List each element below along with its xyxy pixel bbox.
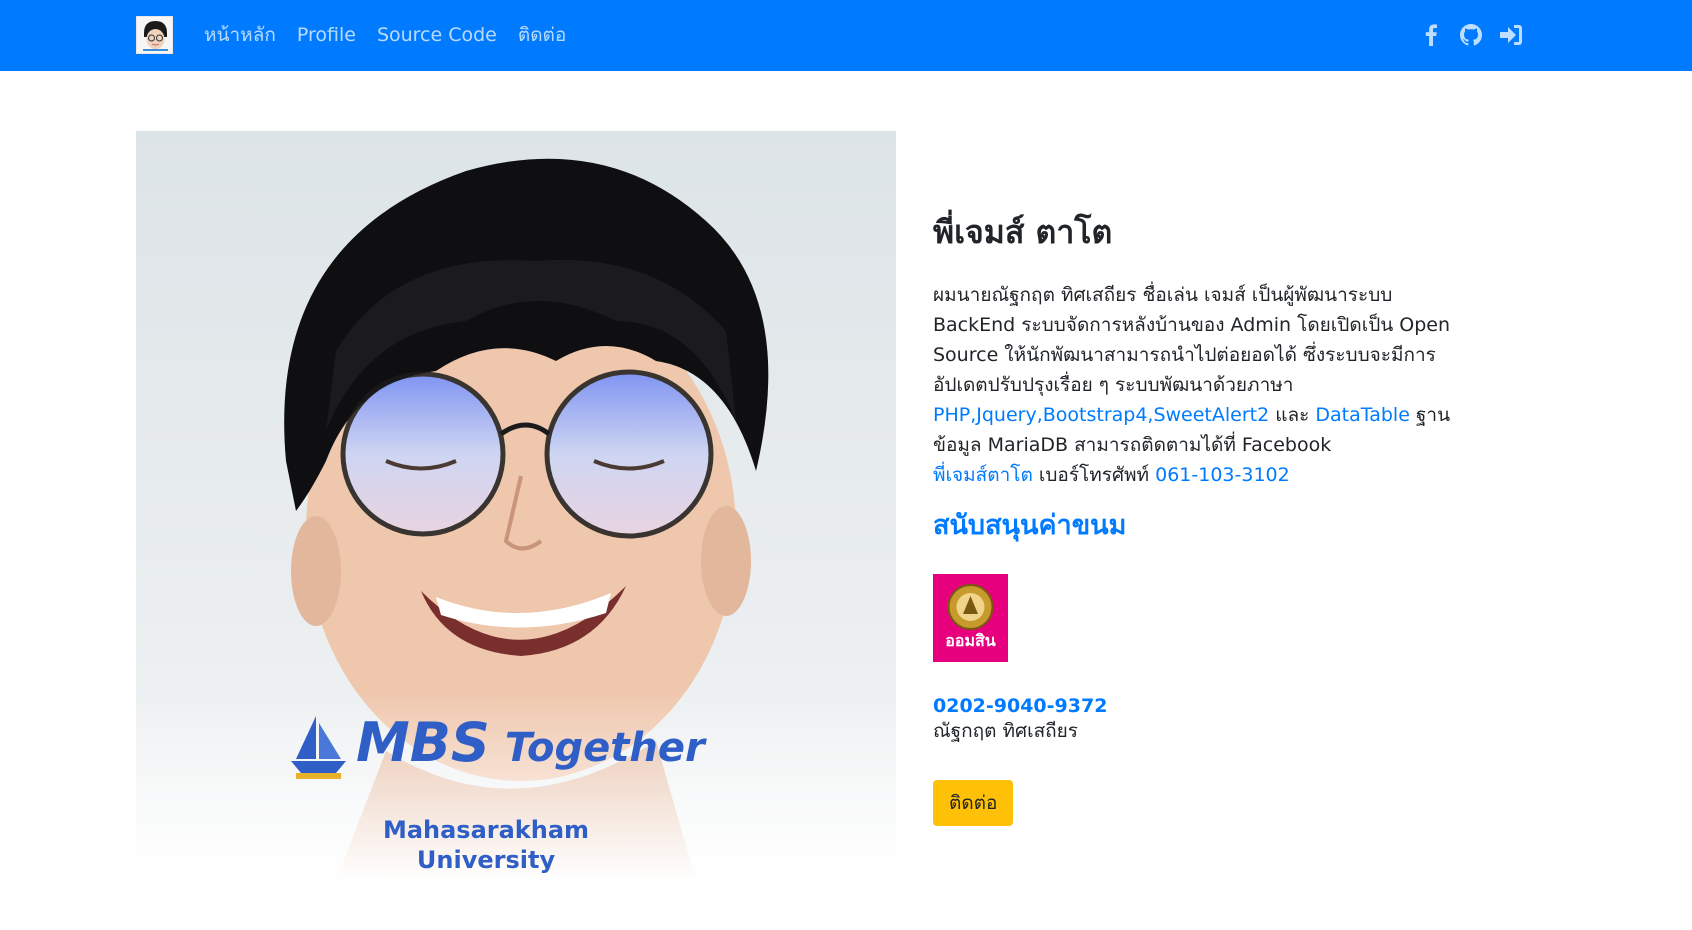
brand-logo[interactable] xyxy=(136,16,173,54)
facebook-icon[interactable] xyxy=(1418,22,1444,48)
caption-line-2: University xyxy=(416,846,556,874)
nav-link-source-code[interactable]: Source Code xyxy=(377,20,497,50)
account-name: ณัฐกฤต ทิศเสถียร xyxy=(933,720,1079,742)
profile-info: พี่เจมส์ ตาโต ผมนายณัฐกฤต ทิศเสถียร ชื่อ… xyxy=(933,210,1473,826)
profile-bio: ผมนายณัฐกฤต ทิศเสถียร ชื่อเล่น เจมส์ เป็… xyxy=(933,280,1473,490)
nav-icons xyxy=(1418,22,1524,48)
caption-mbs: MBS xyxy=(356,711,490,774)
contact-button[interactable]: ติดต่อ xyxy=(933,780,1014,826)
support-title: สนับสนุนค่าขนม xyxy=(933,510,1127,541)
nav-link-profile[interactable]: Profile xyxy=(297,20,356,50)
bio-text-1: ผมนายณัฐกฤต ทิศเสถียร ชื่อเล่น เจมส์ เป็… xyxy=(933,284,1451,396)
tech-stack-link[interactable]: PHP,Jquery,Bootstrap4,SweetAlert2 xyxy=(933,404,1269,426)
bio-text-2: และ xyxy=(1269,404,1316,426)
sign-in-icon[interactable] xyxy=(1498,22,1524,48)
nav-link-contact[interactable]: ติดต่อ xyxy=(518,20,566,50)
bank-logo-text: ออมสิน xyxy=(945,631,996,650)
gsb-bank-logo: ออมสิน xyxy=(933,574,1008,662)
facebook-link[interactable]: พี่เจมส์ตาโต xyxy=(933,464,1033,486)
photo-caption: MBS Together xyxy=(356,711,796,774)
navbar: หน้าหลัก Profile Source Code ติดต่อ xyxy=(0,0,1692,71)
caption-together: Together xyxy=(504,725,705,771)
account-number: 0202-9040-9372 xyxy=(933,695,1108,717)
nav-links: หน้าหลัก Profile Source Code ติดต่อ xyxy=(204,20,587,50)
caption-university: Mahasarakham University xyxy=(356,815,616,875)
datatable-link[interactable]: DataTable xyxy=(1315,404,1410,426)
bio-text-4: เบอร์โทรศัพท์ xyxy=(1032,464,1156,486)
nav-link-home[interactable]: หน้าหลัก xyxy=(204,20,276,50)
profile-name: พี่เจมส์ ตาโต xyxy=(933,213,1113,251)
github-icon[interactable] xyxy=(1458,22,1484,48)
caption-line-1: Mahasarakham xyxy=(382,816,590,844)
profile-photo: MBS Together Mahasarakham University xyxy=(136,131,896,881)
phone-link[interactable]: 061-103-3102 xyxy=(1155,464,1290,486)
